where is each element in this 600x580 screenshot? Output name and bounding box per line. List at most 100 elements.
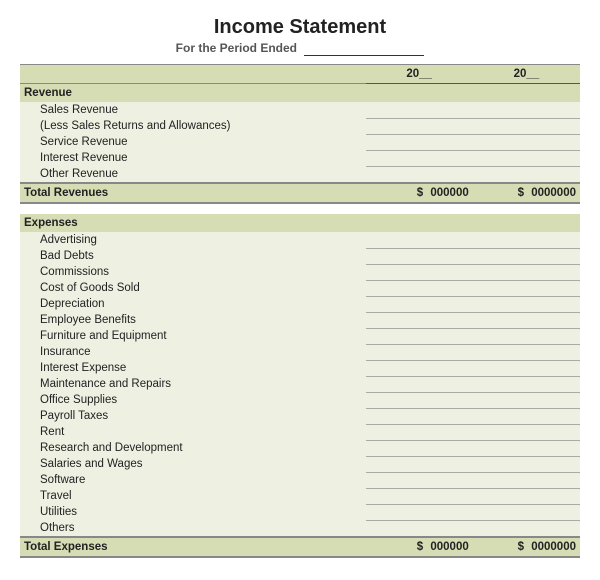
column-header-row: 20__ 20__ — [20, 65, 580, 84]
revenue-item-other: Other Revenue — [20, 166, 580, 183]
revenue-item-label: Sales Revenue — [20, 102, 366, 118]
expense-item-value1[interactable] — [366, 232, 473, 248]
revenue-item-interest: Interest Revenue — [20, 150, 580, 166]
revenue-item-value2[interactable] — [473, 134, 580, 150]
expense-item-value2[interactable] — [473, 440, 580, 456]
expense-item-salaries: Salaries and Wages — [20, 456, 580, 472]
expense-item-furniture: Furniture and Equipment — [20, 328, 580, 344]
expense-item-label: Insurance — [20, 344, 366, 360]
period-line: For the Period Ended — [20, 41, 580, 56]
label-col-header — [20, 65, 366, 84]
revenue-item-value1[interactable] — [366, 118, 473, 134]
expense-item-value2[interactable] — [473, 376, 580, 392]
expense-item-value1[interactable] — [366, 520, 473, 537]
expense-item-value1[interactable] — [366, 408, 473, 424]
expense-item-value2[interactable] — [473, 472, 580, 488]
expense-item-value2[interactable] — [473, 408, 580, 424]
expense-item-value1[interactable] — [366, 440, 473, 456]
expense-item-label: Travel — [20, 488, 366, 504]
year2-header: 20__ — [473, 65, 580, 84]
expense-item-travel: Travel — [20, 488, 580, 504]
revenue-item-sales: Sales Revenue — [20, 102, 580, 118]
revenue-item-value1[interactable] — [366, 150, 473, 166]
expense-item-value2[interactable] — [473, 504, 580, 520]
expense-item-label: Depreciation — [20, 296, 366, 312]
period-blank[interactable] — [304, 41, 424, 56]
expense-item-label: Rent — [20, 424, 366, 440]
expense-item-label: Commissions — [20, 264, 366, 280]
expense-item-employee-benefits: Employee Benefits — [20, 312, 580, 328]
expense-item-value1[interactable] — [366, 328, 473, 344]
expense-item-value1[interactable] — [366, 504, 473, 520]
expense-item-value1[interactable] — [366, 472, 473, 488]
year1-header: 20__ — [366, 65, 473, 84]
expense-item-value1[interactable] — [366, 280, 473, 296]
expense-item-value1[interactable] — [366, 296, 473, 312]
expense-item-payroll-taxes: Payroll Taxes — [20, 408, 580, 424]
expense-item-value1[interactable] — [366, 488, 473, 504]
expense-item-value2[interactable] — [473, 328, 580, 344]
expenses-header-label: Expenses — [20, 214, 580, 232]
expense-item-value2[interactable] — [473, 280, 580, 296]
expense-item-label: Salaries and Wages — [20, 456, 366, 472]
revenue-header-label: Revenue — [20, 84, 580, 103]
expense-item-label: Advertising — [20, 232, 366, 248]
expense-item-label: Software — [20, 472, 366, 488]
total-expenses-value2: $ 0000000 — [473, 537, 580, 557]
expense-item-value2[interactable] — [473, 360, 580, 376]
expense-item-office-supplies: Office Supplies — [20, 392, 580, 408]
revenue-item-value2[interactable] — [473, 118, 580, 134]
expense-item-value2[interactable] — [473, 488, 580, 504]
expense-item-label: Interest Expense — [20, 360, 366, 376]
spacer — [20, 203, 580, 214]
expense-item-value2[interactable] — [473, 424, 580, 440]
expense-item-commissions: Commissions — [20, 264, 580, 280]
expense-item-value1[interactable] — [366, 392, 473, 408]
expense-item-bad-debts: Bad Debts — [20, 248, 580, 264]
expense-item-value2[interactable] — [473, 392, 580, 408]
expense-item-value1[interactable] — [366, 376, 473, 392]
expense-item-utilities: Utilities — [20, 504, 580, 520]
expense-item-value1[interactable] — [366, 360, 473, 376]
revenue-item-value2[interactable] — [473, 166, 580, 183]
expense-item-value2[interactable] — [473, 264, 580, 280]
expense-item-label: Bad Debts — [20, 248, 366, 264]
revenue-item-value1[interactable] — [366, 166, 473, 183]
revenue-item-value1[interactable] — [366, 134, 473, 150]
expense-item-label: Employee Benefits — [20, 312, 366, 328]
expense-item-advertising: Advertising — [20, 232, 580, 248]
expense-item-depreciation: Depreciation — [20, 296, 580, 312]
expense-item-interest: Interest Expense — [20, 360, 580, 376]
expense-item-value1[interactable] — [366, 264, 473, 280]
total-expenses-label: Total Expenses — [20, 537, 366, 557]
revenue-item-service: Service Revenue — [20, 134, 580, 150]
total-expenses-row: Total Expenses $ 000000 $ 0000000 — [20, 537, 580, 557]
expenses-section-header: Expenses — [20, 214, 580, 232]
expense-item-label: Others — [20, 520, 366, 537]
total-revenues-label: Total Revenues — [20, 183, 366, 203]
expense-item-value1[interactable] — [366, 344, 473, 360]
expense-item-label: Furniture and Equipment — [20, 328, 366, 344]
total-expenses-value1: $ 000000 — [366, 537, 473, 557]
revenue-item-value2[interactable] — [473, 102, 580, 118]
expense-item-value1[interactable] — [366, 424, 473, 440]
expense-item-value2[interactable] — [473, 456, 580, 472]
expense-item-value2[interactable] — [473, 344, 580, 360]
expense-item-value1[interactable] — [366, 312, 473, 328]
expense-item-value2[interactable] — [473, 520, 580, 537]
expense-item-value2[interactable] — [473, 248, 580, 264]
expense-item-value2[interactable] — [473, 296, 580, 312]
expense-item-label: Maintenance and Repairs — [20, 376, 366, 392]
expense-item-value1[interactable] — [366, 456, 473, 472]
revenue-item-value1[interactable] — [366, 102, 473, 118]
revenue-item-label: Interest Revenue — [20, 150, 366, 166]
expense-item-maintenance: Maintenance and Repairs — [20, 376, 580, 392]
revenue-item-returns: (Less Sales Returns and Allowances) — [20, 118, 580, 134]
expense-item-value2[interactable] — [473, 312, 580, 328]
expense-item-value1[interactable] — [366, 248, 473, 264]
revenue-item-value2[interactable] — [473, 150, 580, 166]
expense-item-rent: Rent — [20, 424, 580, 440]
total-revenues-value1: $ 000000 — [366, 183, 473, 203]
expense-item-r-and-d: Research and Development — [20, 440, 580, 456]
expense-item-value2[interactable] — [473, 232, 580, 248]
